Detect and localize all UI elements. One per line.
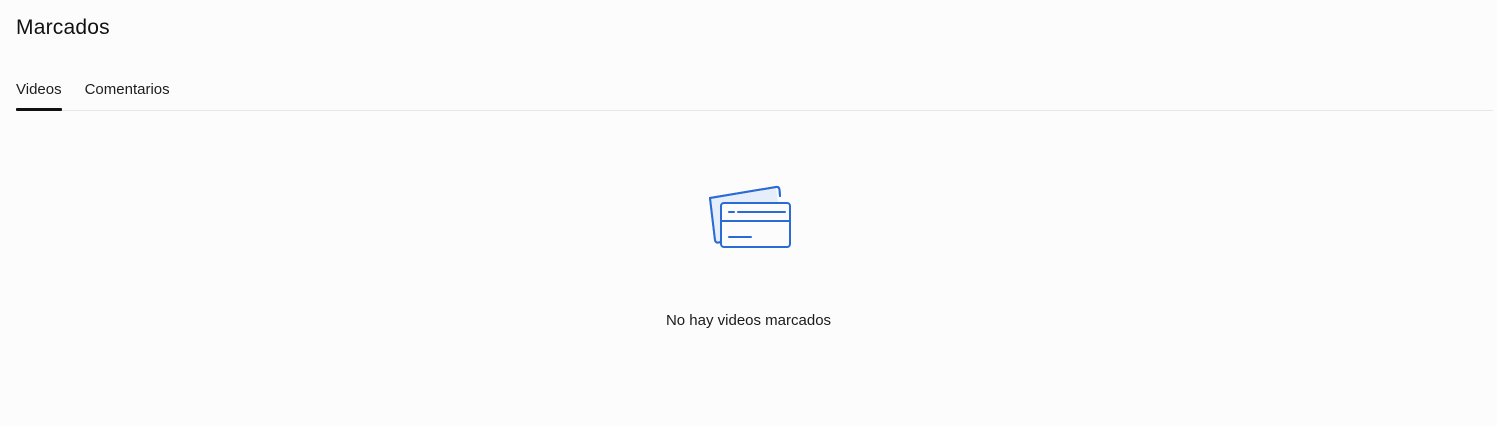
page-title: Marcados [16,16,110,39]
page: Marcados Videos Comentarios No hay video… [0,0,1497,426]
tab-videos[interactable]: Videos [16,78,62,111]
empty-state: No hay videos marcados [0,182,1497,329]
tab-bar: Videos Comentarios [16,78,1493,111]
bookmark-cards-icon [708,185,791,248]
tab-comentarios[interactable]: Comentarios [85,78,170,110]
empty-state-message: No hay videos marcados [665,312,832,329]
